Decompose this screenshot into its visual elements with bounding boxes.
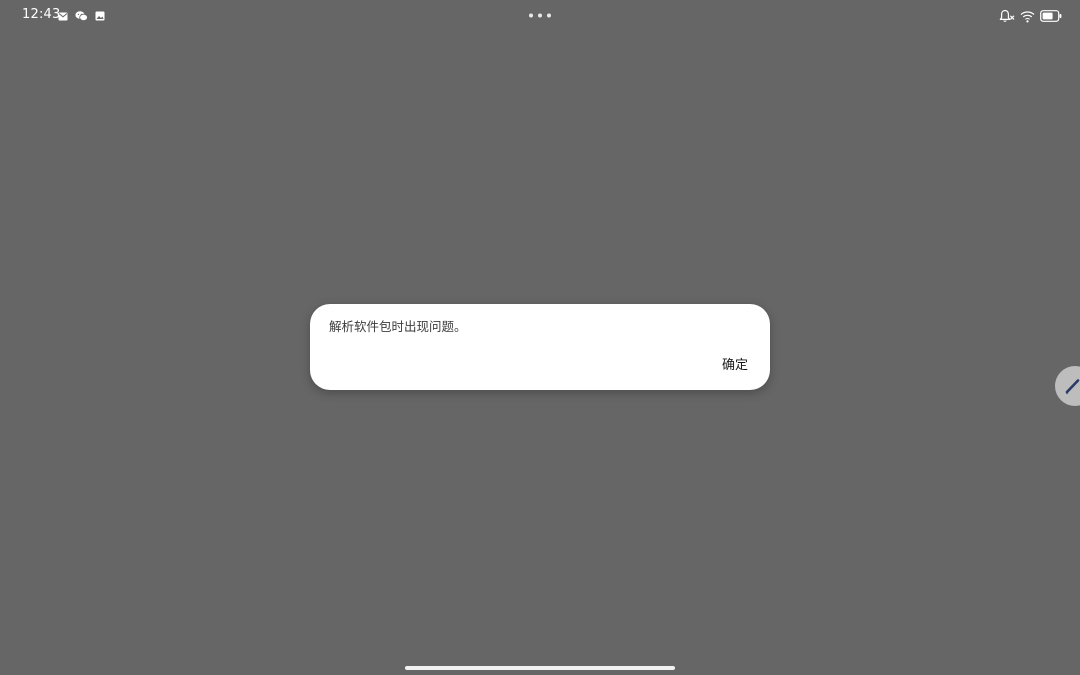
wifi-icon: [1020, 10, 1035, 22]
notification-icons: [58, 9, 112, 23]
battery-icon: [1040, 10, 1062, 22]
error-dialog: 解析软件包时出现问题。 确定: [310, 304, 770, 390]
bell-muted-icon: [999, 9, 1015, 22]
wechat-icon: [75, 11, 88, 21]
mail-icon: [58, 12, 68, 20]
pen-icon: [1065, 379, 1080, 395]
more-dots-icon[interactable]: [524, 8, 556, 24]
status-bar: 12:43: [0, 0, 1080, 32]
confirm-button[interactable]: 确定: [712, 354, 758, 378]
system-icons: [994, 7, 1062, 25]
home-indicator[interactable]: [405, 666, 675, 670]
status-time: 12:43: [22, 7, 61, 22]
floating-pen-button[interactable]: [1055, 366, 1080, 406]
gallery-icon: [95, 11, 105, 21]
dialog-message: 解析软件包时出现问题。: [329, 319, 467, 334]
